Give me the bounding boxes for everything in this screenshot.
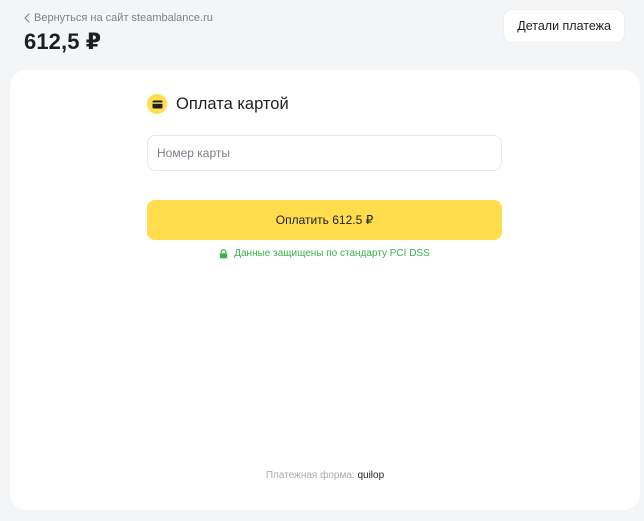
card-number-input[interactable] bbox=[147, 135, 502, 171]
footer-label: Платежная форма: bbox=[265, 470, 355, 481]
footer-brand: quilop bbox=[357, 470, 385, 481]
back-to-site-link[interactable]: Вернуться на сайт steambalance.ru bbox=[24, 12, 213, 24]
payment-title-row: Оплата картой bbox=[147, 94, 289, 114]
footer: Платежная форма: quilop bbox=[10, 470, 640, 481]
credit-card-icon bbox=[147, 94, 167, 114]
security-note: Данные защищены по стандарту PCI DSS bbox=[147, 248, 502, 259]
payment-page: Вернуться на сайт steambalance.ru 612,5 … bbox=[0, 0, 644, 521]
back-link-label: Вернуться на сайт steambalance.ru bbox=[34, 12, 213, 24]
lock-icon bbox=[220, 248, 228, 258]
chevron-left-icon bbox=[24, 13, 30, 23]
payment-details-button[interactable]: Детали платежа bbox=[504, 10, 624, 42]
payment-card: Оплата картой Оплатить 612.5 ₽ Данные за… bbox=[10, 70, 640, 510]
payment-amount: 612,5 ₽ bbox=[24, 29, 102, 54]
payment-title: Оплата картой bbox=[176, 94, 289, 113]
security-note-text: Данные защищены по стандарту PCI DSS bbox=[234, 248, 430, 259]
pay-button[interactable]: Оплатить 612.5 ₽ bbox=[147, 200, 502, 240]
